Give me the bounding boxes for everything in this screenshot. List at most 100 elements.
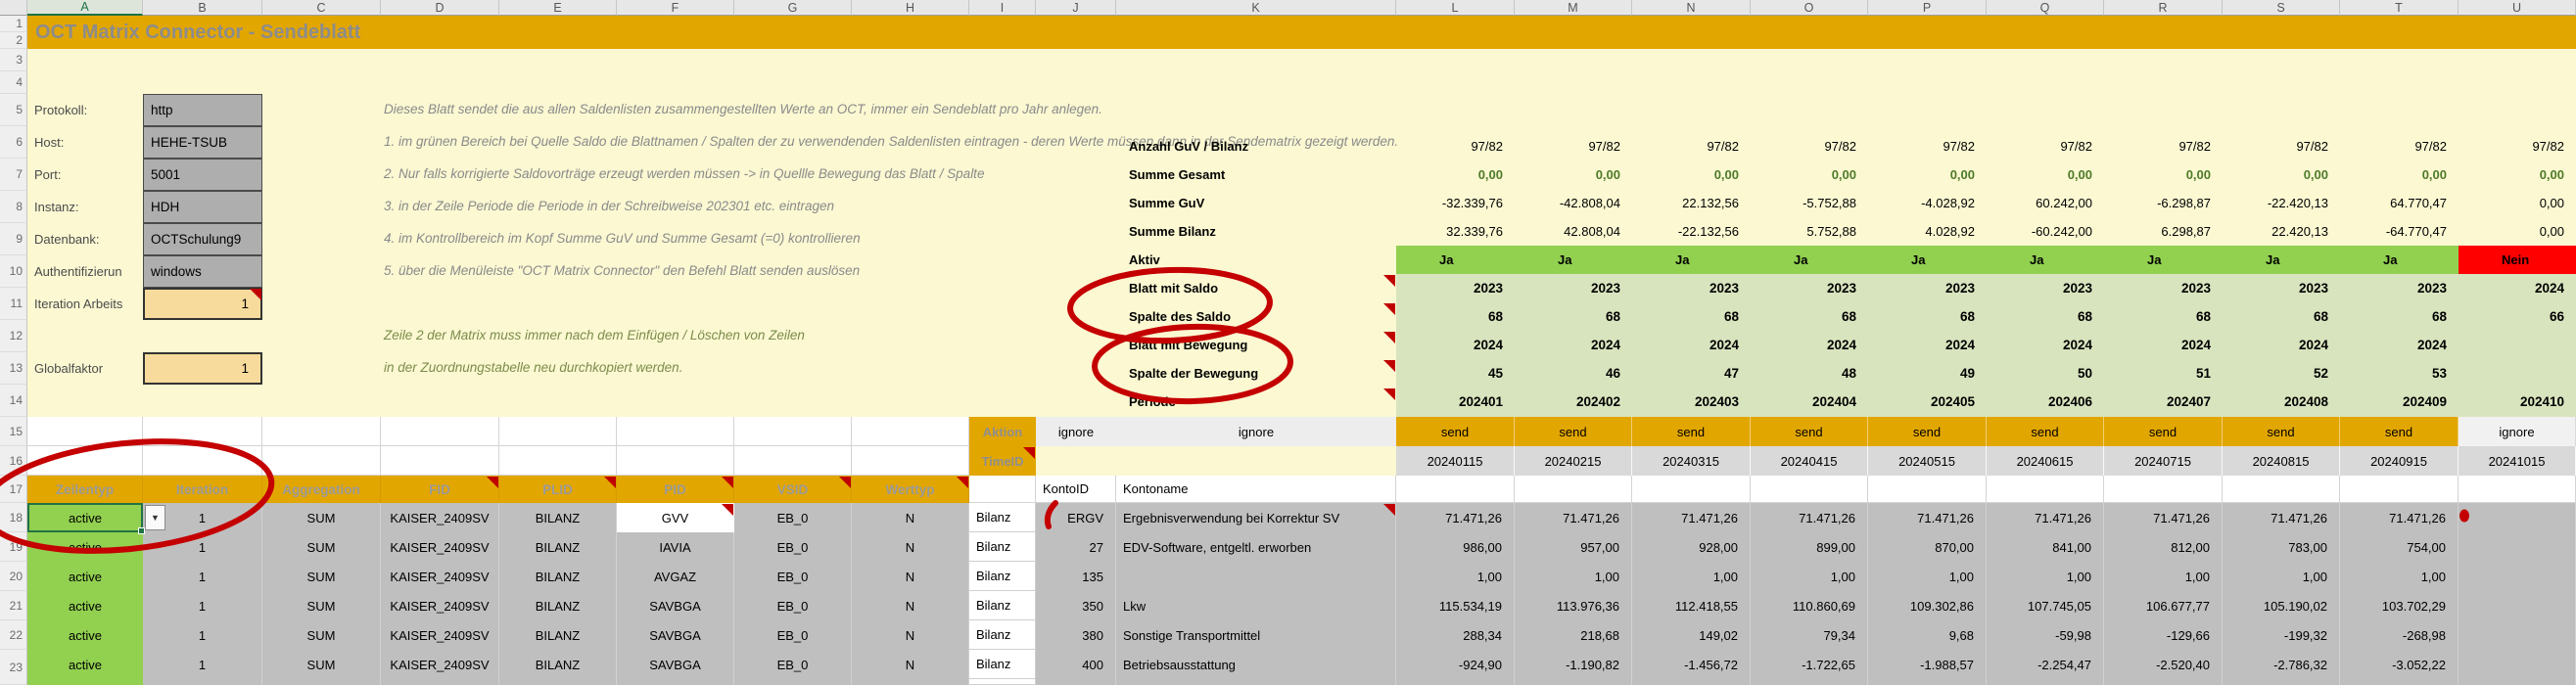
matrix-cell-spalte_der_bewegung-L[interactable]: 45	[1396, 359, 1515, 388]
matrix-cell-anzahl-P[interactable]: 97/82	[1868, 132, 1987, 160]
col-header-J[interactable]: J	[1036, 0, 1116, 16]
config-value-iteration[interactable]: 1	[143, 288, 262, 320]
table-value-r1-T[interactable]: 754,00	[2340, 532, 2459, 562]
aktion-cell-T[interactable]: send	[2340, 417, 2459, 446]
matrix-cell-summe_guv-L[interactable]: -32.339,76	[1396, 189, 1515, 217]
table-cell-r6-H[interactable]	[852, 679, 969, 685]
table-value-r5-O[interactable]: -1.722,65	[1751, 650, 1868, 679]
table-header-vsid[interactable]: VSID	[734, 476, 852, 503]
empty-cell-H-16[interactable]	[852, 446, 969, 476]
table-cell-r3-kontoname[interactable]: Lkw	[1116, 591, 1396, 620]
matrix-cell-spalte_der_bewegung-M[interactable]: 46	[1515, 359, 1632, 388]
empty-cell-N-17[interactable]	[1632, 476, 1751, 503]
table-cell-r5-fid[interactable]: KAISER_2409SV	[381, 650, 499, 679]
matrix-cell-blatt_mit_saldo-N[interactable]: 2023	[1632, 274, 1751, 302]
table-header-plid[interactable]: PLID	[499, 476, 617, 503]
empty-cell-P-17[interactable]	[1868, 476, 1987, 503]
empty-cell-U-17[interactable]	[2459, 476, 2576, 503]
empty-cell-C-16[interactable]	[262, 446, 381, 476]
table-value-r3-L[interactable]: 115.534,19	[1396, 591, 1515, 620]
col-header-F[interactable]: F	[617, 0, 734, 16]
table-value-r1-Q[interactable]: 841,00	[1987, 532, 2104, 562]
table-value-r6-U[interactable]	[2459, 679, 2576, 685]
table-value-r0-O[interactable]: 71.471,26	[1751, 503, 1868, 532]
empty-cell-D-15[interactable]	[381, 417, 499, 446]
config-value-protokoll[interactable]: http	[143, 94, 262, 126]
kontoid-header[interactable]: KontoID	[1036, 476, 1116, 503]
table-cell-r4-kontoid[interactable]: 380	[1036, 620, 1116, 650]
row-header-6[interactable]: 6	[0, 126, 27, 159]
table-cell-r1-plid[interactable]: BILANZ	[499, 532, 617, 562]
timeid-cell-N[interactable]: 20240315	[1632, 446, 1751, 476]
matrix-cell-periode-N[interactable]: 202403	[1632, 388, 1751, 416]
matrix-cell-summe_guv-U[interactable]: 0,00	[2459, 189, 2576, 217]
table-header-pid[interactable]: PID	[617, 476, 734, 503]
table-value-r1-S[interactable]: 783,00	[2223, 532, 2340, 562]
matrix-cell-periode-P[interactable]: 202405	[1868, 388, 1987, 416]
table-value-r4-O[interactable]: 79,34	[1751, 620, 1868, 650]
matrix-cell-spalte_des_saldo-P[interactable]: 68	[1868, 302, 1987, 331]
table-cell-r6-kontoname[interactable]	[1116, 679, 1396, 685]
matrix-cell-blatt_mit_bewegung-T[interactable]: 2024	[2340, 331, 2459, 359]
matrix-cell-summe_bilanz-U[interactable]: 0,00	[2459, 217, 2576, 246]
row-header-20[interactable]: 20	[0, 562, 27, 591]
table-value-r5-L[interactable]: -924,90	[1396, 650, 1515, 679]
table-cell-r0-kontoname[interactable]: Ergebnisverwendung bei Korrektur SV	[1116, 503, 1396, 532]
table-cell-r0-aggregation[interactable]: SUM	[262, 503, 381, 532]
table-cell-r5-vsid[interactable]: EB_0	[734, 650, 852, 679]
table-cell-r5-aggregation[interactable]: SUM	[262, 650, 381, 679]
matrix-cell-spalte_der_bewegung-S[interactable]: 52	[2223, 359, 2340, 388]
table-cell-r0-vsid[interactable]: EB_0	[734, 503, 852, 532]
table-cell-r4-zeilentyp[interactable]: active	[27, 620, 143, 650]
table-cell-r2-zeilentyp[interactable]: active	[27, 562, 143, 591]
table-value-r3-P[interactable]: 109.302,86	[1868, 591, 1987, 620]
table-cell-r2-vsid[interactable]: EB_0	[734, 562, 852, 591]
matrix-cell-aktiv-L[interactable]: Ja	[1396, 246, 1515, 274]
table-value-r6-Q[interactable]	[1987, 679, 2104, 685]
table-value-r4-U[interactable]	[2459, 620, 2576, 650]
table-cell-r6-C[interactable]	[262, 679, 381, 685]
col-header-O[interactable]: O	[1751, 0, 1868, 16]
row-header-8[interactable]: 8	[0, 191, 27, 223]
matrix-cell-blatt_mit_bewegung-O[interactable]: 2024	[1751, 331, 1868, 359]
empty-cell-G-15[interactable]	[734, 417, 852, 446]
kontoname-header[interactable]: Kontoname	[1116, 476, 1396, 503]
matrix-cell-spalte_der_bewegung-T[interactable]: 53	[2340, 359, 2459, 388]
matrix-cell-summe_bilanz-R[interactable]: 6.298,87	[2104, 217, 2223, 246]
matrix-cell-summe_gesamt-N[interactable]: 0,00	[1632, 160, 1751, 189]
table-cell-r4-vsid[interactable]: EB_0	[734, 620, 852, 650]
matrix-cell-summe_bilanz-T[interactable]: -64.770,47	[2340, 217, 2459, 246]
table-value-r5-M[interactable]: -1.190,82	[1515, 650, 1632, 679]
table-cell-r5-plid[interactable]: BILANZ	[499, 650, 617, 679]
matrix-cell-summe_gesamt-L[interactable]: 0,00	[1396, 160, 1515, 189]
timeid-cell-R[interactable]: 20240715	[2104, 446, 2223, 476]
table-value-r2-M[interactable]: 1,00	[1515, 562, 1632, 591]
table-cell-r6-E[interactable]	[499, 679, 617, 685]
matrix-cell-blatt_mit_bewegung-R[interactable]: 2024	[2104, 331, 2223, 359]
table-value-r2-P[interactable]: 1,00	[1868, 562, 1987, 591]
matrix-cell-spalte_des_saldo-O[interactable]: 68	[1751, 302, 1868, 331]
matrix-cell-aktiv-R[interactable]: Ja	[2104, 246, 2223, 274]
matrix-cell-summe_bilanz-S[interactable]: 22.420,13	[2223, 217, 2340, 246]
table-cell-r6-kontoid[interactable]	[1036, 679, 1116, 685]
col-header-B[interactable]: B	[143, 0, 262, 16]
empty-cell-G-16[interactable]	[734, 446, 852, 476]
matrix-cell-summe_guv-S[interactable]: -22.420,13	[2223, 189, 2340, 217]
table-header-iteration[interactable]: Iteration	[143, 476, 262, 503]
table-cell-r4-iteration[interactable]: 1	[143, 620, 262, 650]
matrix-cell-aktiv-P[interactable]: Ja	[1868, 246, 1987, 274]
table-value-r0-T[interactable]: 71.471,26	[2340, 503, 2459, 532]
table-value-r6-T[interactable]	[2340, 679, 2459, 685]
table-cell-r0-plid[interactable]: BILANZ	[499, 503, 617, 532]
matrix-cell-blatt_mit_saldo-M[interactable]: 2023	[1515, 274, 1632, 302]
table-cell-r3-typ[interactable]: Bilanz	[969, 591, 1036, 620]
matrix-cell-periode-U[interactable]: 202410	[2459, 388, 2576, 416]
matrix-cell-spalte_der_bewegung-P[interactable]: 49	[1868, 359, 1987, 388]
aktion-cell-P[interactable]: send	[1868, 417, 1987, 446]
table-cell-r6-F[interactable]	[617, 679, 734, 685]
matrix-cell-summe_gesamt-S[interactable]: 0,00	[2223, 160, 2340, 189]
table-value-r1-R[interactable]: 812,00	[2104, 532, 2223, 562]
matrix-cell-blatt_mit_saldo-O[interactable]: 2023	[1751, 274, 1868, 302]
table-header-werttyp[interactable]: Werttyp	[852, 476, 969, 503]
table-cell-r5-kontoname[interactable]: Betriebsausstattung	[1116, 650, 1396, 679]
